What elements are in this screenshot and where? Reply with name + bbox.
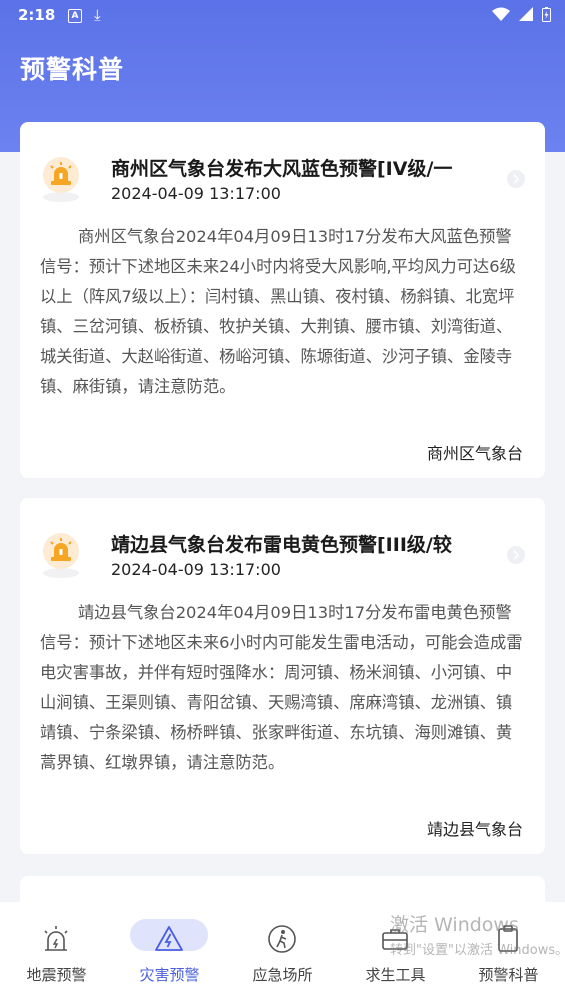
alarm-siren-icon	[43, 157, 79, 202]
toolbox-icon	[382, 929, 408, 950]
tab-label: 地震预警	[26, 966, 87, 984]
tab-label: 应急场所	[252, 966, 313, 984]
warning-card[interactable]: 商州区气象台发布大风蓝色预警[IV级/一 2024-04-09 13:17:00…	[20, 122, 545, 478]
chevron-right-icon[interactable]	[507, 170, 525, 188]
clipboard-icon	[498, 925, 518, 952]
status-time: 2:18	[18, 6, 56, 24]
chevron-right-icon[interactable]	[507, 546, 525, 564]
card-body: 商州区气象台2024年04月09日13时17分发布大风蓝色预警信号：预计下述地区…	[40, 227, 516, 396]
card-time: 2024-04-09 13:17:00	[111, 184, 281, 203]
warning-card[interactable]: 靖边县气象台发布雷电黄色预警[III级/较 2024-04-09 13:17:0…	[20, 498, 545, 854]
evacuation-person-icon	[268, 925, 296, 953]
lightning-warning-icon	[155, 926, 183, 951]
earthquake-alert-icon	[44, 926, 68, 951]
tab-survival-tools[interactable]: 求生工具	[339, 902, 452, 1004]
notification-a-icon: A	[68, 9, 82, 23]
tab-label: 灾害预警	[139, 966, 200, 984]
card-title: 商州区气象台发布大风蓝色预警[IV级/一	[111, 158, 453, 180]
wifi-icon	[492, 7, 511, 21]
status-icons	[488, 7, 551, 25]
card-source: 靖边县气象台	[426, 820, 523, 839]
tab-emergency-shelter[interactable]: 应急场所	[226, 902, 339, 1004]
download-icon: ⤓	[94, 6, 101, 24]
tab-warning-science[interactable]: 预警科普	[452, 902, 565, 1004]
tab-disaster-warning[interactable]: 灾害预警	[113, 902, 226, 1004]
status-bar: 2:18 A ⤓	[0, 0, 565, 30]
signal-icon	[519, 7, 534, 21]
page-title: 预警科普	[20, 55, 125, 84]
card-body: 靖边县气象台2024年04月09日13时17分发布雷电黄色预警信号：预计下述地区…	[40, 603, 523, 772]
tab-label: 求生工具	[365, 966, 426, 984]
bottom-tab-bar: 地震预警 灾害预警 应急场所 求生工具 预警科普	[0, 902, 565, 1004]
card-title: 靖边县气象台发布雷电黄色预警[III级/较	[111, 534, 452, 556]
card-time: 2024-04-09 13:17:00	[111, 560, 281, 579]
card-source: 商州区气象台	[426, 444, 523, 463]
tab-label: 预警科普	[478, 966, 539, 984]
tab-earthquake-alert[interactable]: 地震预警	[0, 902, 113, 1004]
battery-icon	[542, 7, 551, 22]
alarm-siren-icon	[43, 533, 79, 578]
